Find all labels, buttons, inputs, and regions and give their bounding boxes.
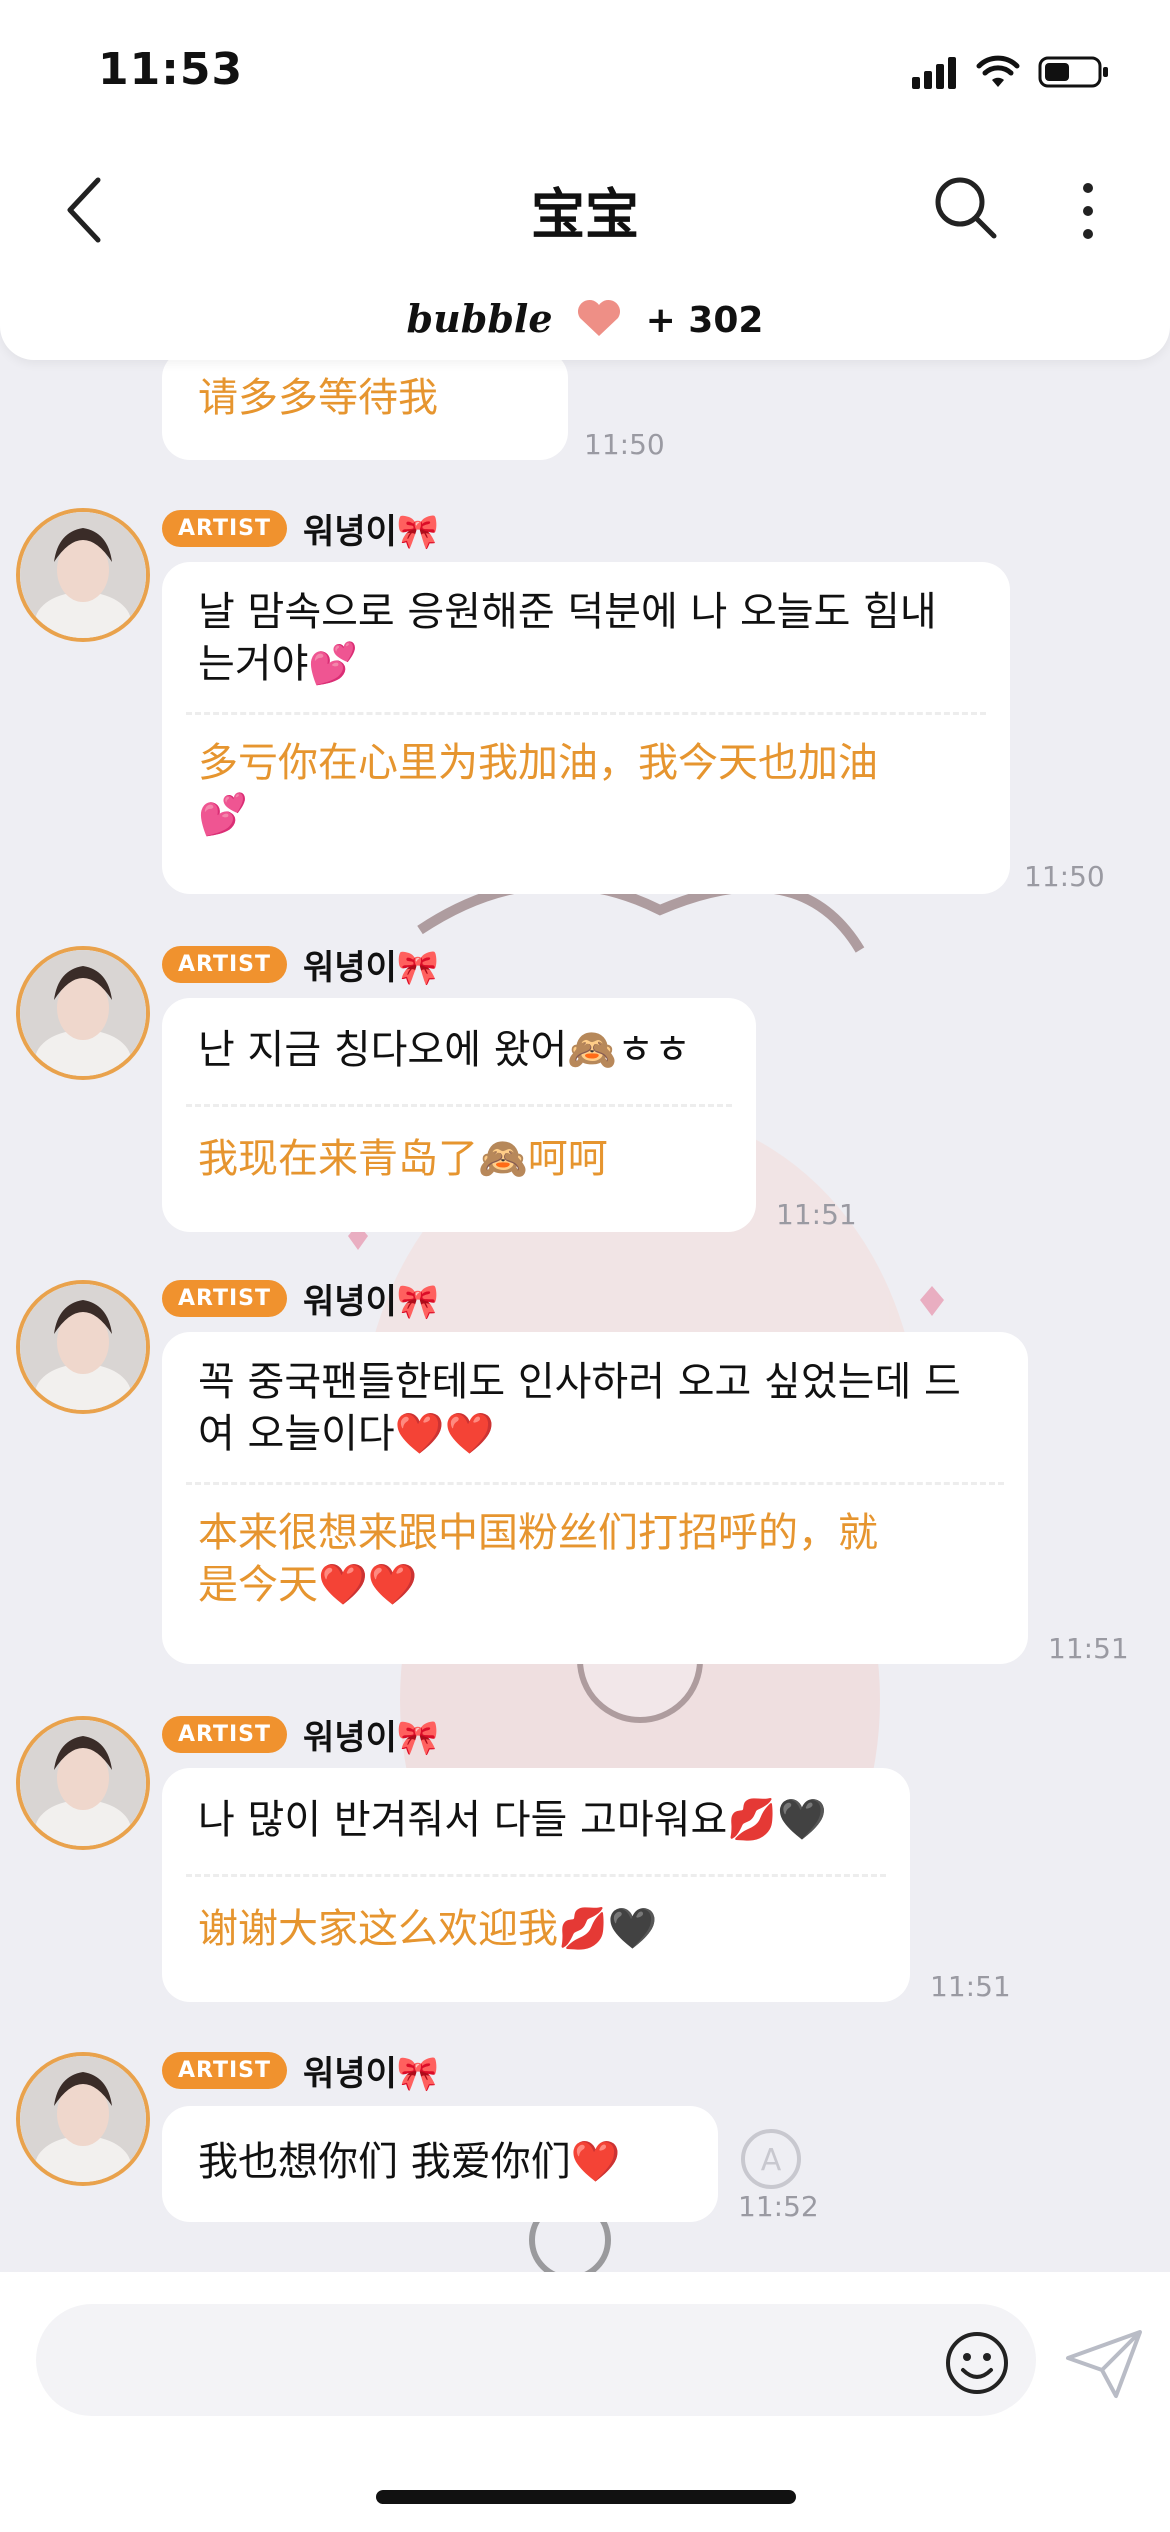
artist-badge: ARTIST	[162, 945, 288, 983]
home-indicator	[376, 2490, 796, 2504]
message-translation-line: 💕	[198, 792, 248, 838]
artist-badge: ARTIST	[162, 1715, 288, 1753]
avatar[interactable]	[16, 1716, 150, 1850]
message-translation: 我现在来青岛了🙈呵呵	[198, 1136, 608, 1182]
message-bubble[interactable]: 날 맘속으로 응원해준 덕분에 나 오늘도 힘내 는거야💕 多亏你在心里为我加油…	[162, 562, 1010, 894]
message-time: 11:50	[1024, 860, 1105, 893]
message-text-line: 여 오늘이다❤️❤️	[198, 1411, 495, 1457]
sender-row: ARTIST 워녕이🎀	[162, 942, 440, 988]
message-translation-line: 本来很想来跟中国粉丝们打招呼的，就	[198, 1510, 878, 1556]
message-time: 11:50	[584, 428, 665, 461]
avatar[interactable]	[16, 2052, 150, 2186]
message-text-line: 는거야💕	[198, 641, 359, 687]
translate-button[interactable]: A	[738, 2126, 804, 2192]
avatar-photo	[20, 512, 146, 638]
chat-header: 11:53 宝宝 bubble + 302	[0, 0, 1170, 360]
avatar[interactable]	[16, 508, 150, 642]
message-text: 我也想你们 我爱你们❤️	[198, 2139, 621, 2185]
artist-badge: ARTIST	[162, 1279, 288, 1317]
heart-icon	[578, 299, 621, 336]
status-bar-time: 11:53	[98, 44, 244, 95]
message-input-area	[0, 2272, 1170, 2532]
sender-name: 워녕이🎀	[303, 1717, 440, 1758]
message-time: 11:51	[1048, 1632, 1129, 1665]
send-button[interactable]	[1064, 2328, 1144, 2400]
message-translation: 谢谢大家这么欢迎我💋🖤	[198, 1906, 658, 1952]
message-translation-line: 多亏你在心里为我加油，我今天也加油	[198, 740, 878, 786]
message-text-line: 꼭 중국팬들한테도 인사하러 오고 싶었는데 드	[198, 1359, 961, 1405]
artist-badge: ARTIST	[162, 509, 288, 547]
message-text-line: 날 맘속으로 응원해준 덕분에 나 오늘도 힘내	[198, 589, 937, 635]
bubble-count: + 302	[645, 300, 764, 341]
avatar-photo	[20, 1284, 146, 1410]
sender-row: ARTIST 워녕이🎀	[162, 1276, 440, 1322]
sender-name: 워녕이🎀	[303, 1281, 440, 1322]
avatar-photo	[20, 1720, 146, 1846]
message-text: 난 지금 칭다오에 왔어🙈ㅎㅎ	[198, 1027, 691, 1073]
message-translation: 请多多等待我	[198, 375, 438, 421]
sender-row: ARTIST 워녕이🎀	[162, 506, 440, 552]
sender-name: 워녕이🎀	[303, 947, 440, 988]
message-input-field[interactable]	[36, 2304, 1036, 2416]
search-button[interactable]	[930, 172, 1000, 242]
avatar[interactable]	[16, 1280, 150, 1414]
message-time: 11:51	[776, 1198, 857, 1231]
message-translation-line: 是今天❤️❤️	[198, 1562, 418, 1608]
message-bubble[interactable]: 请多多等待我	[162, 350, 568, 460]
cellular-signal-icon	[912, 57, 956, 89]
artist-badge: ARTIST	[162, 2051, 288, 2089]
sender-row: ARTIST 워녕이🎀	[162, 2048, 440, 2094]
more-options-button[interactable]	[1068, 176, 1108, 246]
bubble-subscription-info: bubble + 302	[0, 296, 1170, 341]
message-bubble[interactable]: 나 많이 반겨줘서 다들 고마워요💋🖤 谢谢大家这么欢迎我💋🖤	[162, 1768, 910, 2002]
wifi-icon	[976, 55, 1020, 87]
message-bubble[interactable]: 꼭 중국팬들한테도 인사하러 오고 싶었는데 드 여 오늘이다❤️❤️ 本来很想…	[162, 1332, 1028, 1664]
message-time: 11:51	[930, 1970, 1011, 2003]
message-text: 나 많이 반겨줘서 다들 고마워요💋🖤	[198, 1797, 827, 1843]
avatar[interactable]	[16, 946, 150, 1080]
emoji-button[interactable]	[944, 2330, 1010, 2396]
avatar-photo	[20, 2056, 146, 2182]
status-bar-icons	[912, 54, 1110, 90]
sender-row: ARTIST 워녕이🎀	[162, 1712, 440, 1758]
message-bubble[interactable]: 난 지금 칭다오에 왔어🙈ㅎㅎ 我现在来青岛了🙈呵呵	[162, 998, 756, 1232]
avatar-photo	[20, 950, 146, 1076]
svg-text:A: A	[761, 2143, 782, 2178]
sender-name: 워녕이🎀	[303, 2053, 440, 2094]
battery-icon	[1038, 56, 1108, 88]
message-bubble[interactable]: 我也想你们 我爱你们❤️	[162, 2106, 718, 2222]
bubble-brand-logo: bubble	[406, 296, 553, 341]
sender-name: 워녕이🎀	[303, 511, 440, 552]
message-time: 11:52	[738, 2190, 819, 2223]
